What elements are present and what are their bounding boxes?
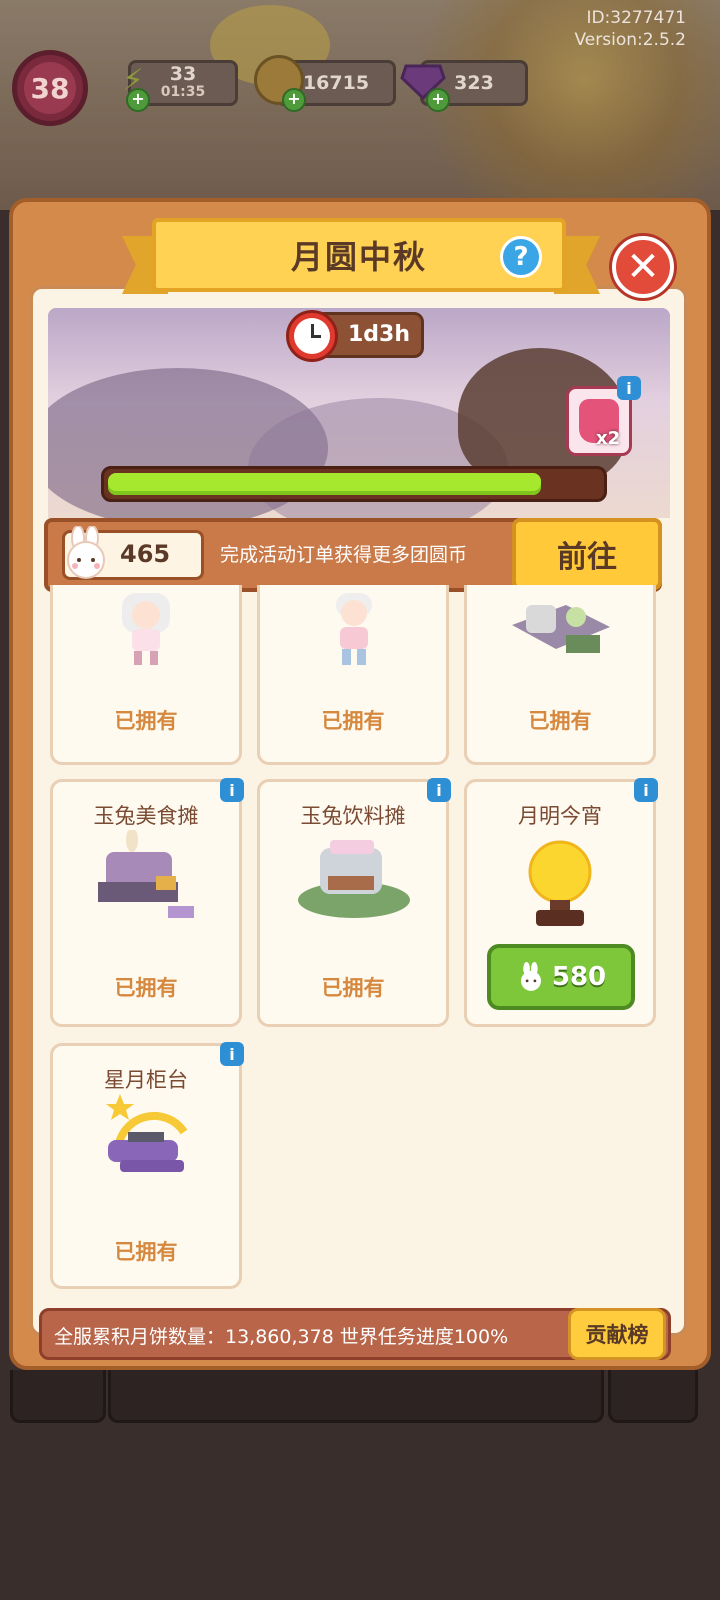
event-progress-bar xyxy=(101,466,607,502)
energy-timer: 01:35 xyxy=(160,84,206,100)
version-label: Version:2.5.2 xyxy=(574,30,687,50)
countdown-text: 1d3h xyxy=(348,322,411,347)
girl-avatar-item-image xyxy=(118,593,174,673)
player-level-badge[interactable]: 38 xyxy=(12,50,88,126)
item-name: 月明今宵 xyxy=(518,804,602,828)
leaderboard-button[interactable]: 贡献榜 xyxy=(568,1308,666,1360)
full-moon-lamp-image xyxy=(522,838,602,934)
boy-avatar-item-image xyxy=(326,593,382,673)
owned-label: 已拥有 xyxy=(114,976,178,1000)
item-info-icon[interactable]: i xyxy=(220,1042,244,1066)
player-level: 38 xyxy=(24,62,76,114)
gem-add-button[interactable]: + xyxy=(426,88,450,112)
rabbit-drink-stall-image xyxy=(296,834,412,928)
owned-label: 已拥有 xyxy=(321,709,385,733)
player-id: ID:3277471 xyxy=(586,8,686,28)
global-stats-text: 全服累积月饼数量：13,860,378 世界任务进度100% xyxy=(54,1326,509,1348)
help-button[interactable]: ? xyxy=(500,236,542,278)
item-info-icon[interactable]: i xyxy=(220,778,244,802)
item-name: 玉兔美食摊 xyxy=(93,804,199,828)
item-info-icon[interactable]: i xyxy=(427,778,451,802)
coin-add-button[interactable]: + xyxy=(282,88,306,112)
bunny-coin-icon xyxy=(60,525,112,580)
clock-icon xyxy=(286,310,338,362)
bottom-tab-center[interactable] xyxy=(108,1370,604,1423)
gem-value: 323 xyxy=(454,72,494,94)
reward-info-icon[interactable]: i xyxy=(617,376,641,400)
item-name: 玉兔饮料摊 xyxy=(300,804,406,828)
owned-label: 已拥有 xyxy=(528,709,592,733)
item-info-icon[interactable]: i xyxy=(634,778,658,802)
event-title: 月圆中秋 xyxy=(290,238,427,276)
event-progress-fill xyxy=(108,473,541,495)
item-price: 580 xyxy=(551,962,607,992)
earn-hint-text: 完成活动订单获得更多团圆币 xyxy=(220,544,468,566)
energy-value: 33 xyxy=(169,63,197,85)
go-button[interactable]: 前往 xyxy=(512,518,662,590)
owned-label: 已拥有 xyxy=(114,709,178,733)
market-stall-item-image xyxy=(506,595,616,671)
star-moon-counter-image xyxy=(98,1092,194,1182)
owned-label: 已拥有 xyxy=(114,1240,178,1264)
owned-label: 已拥有 xyxy=(321,976,385,1000)
rabbit-food-stall-image xyxy=(92,828,202,934)
energy-add-button[interactable]: + xyxy=(126,88,150,112)
item-name: 星月柜台 xyxy=(104,1068,188,1092)
close-button[interactable]: ✕ xyxy=(612,236,674,298)
bottom-tab-right[interactable] xyxy=(608,1370,698,1423)
coin-value: 16715 xyxy=(302,72,370,94)
buy-button[interactable]: 580 xyxy=(487,944,635,1010)
reward-multiplier: x2 xyxy=(596,428,621,449)
reunion-coin-amount: 465 xyxy=(120,540,171,568)
bunny-coin-icon xyxy=(520,962,541,991)
bottom-tab-left[interactable] xyxy=(10,1370,106,1423)
